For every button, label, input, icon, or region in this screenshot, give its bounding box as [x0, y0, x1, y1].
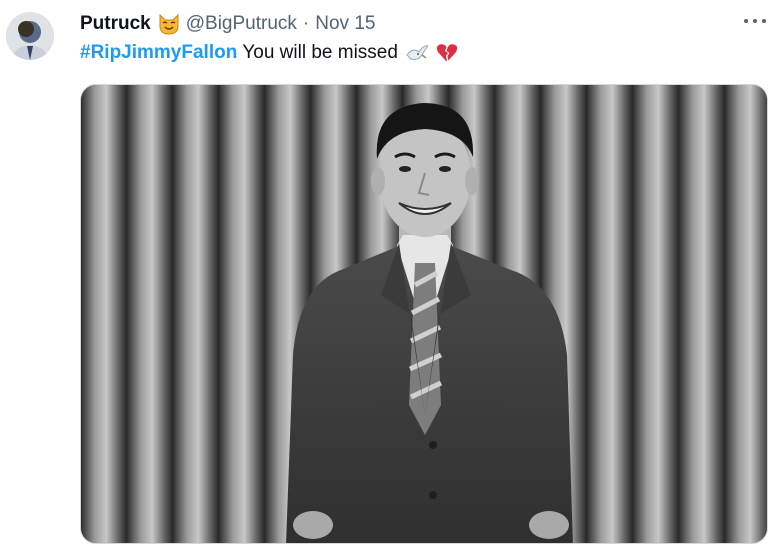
broken-heart-emoji-icon — [436, 43, 458, 63]
tweet-photo[interactable] — [80, 84, 768, 544]
handle[interactable]: @BigPutruck — [186, 13, 297, 35]
tweet-header: Putruck @BigPutruck · Nov 15 — [80, 12, 375, 36]
display-name[interactable]: Putruck — [80, 13, 151, 35]
tweet[interactable]: Putruck @BigPutruck · Nov 15 #RipJimmyFa… — [0, 0, 774, 550]
dove-emoji-icon — [405, 43, 429, 63]
smiling-cat-emoji-icon — [157, 13, 181, 35]
more-options-icon[interactable] — [744, 14, 766, 28]
timestamp[interactable]: Nov 15 — [315, 13, 375, 35]
photo-image — [81, 85, 767, 543]
hashtag-link[interactable]: #RipJimmyFallon — [80, 42, 237, 64]
tweet-text: #RipJimmyFallon You will be missed — [80, 40, 458, 66]
avatar[interactable] — [6, 12, 54, 60]
tweet-body: You will be missed — [242, 42, 398, 63]
separator-dot: · — [302, 13, 310, 34]
